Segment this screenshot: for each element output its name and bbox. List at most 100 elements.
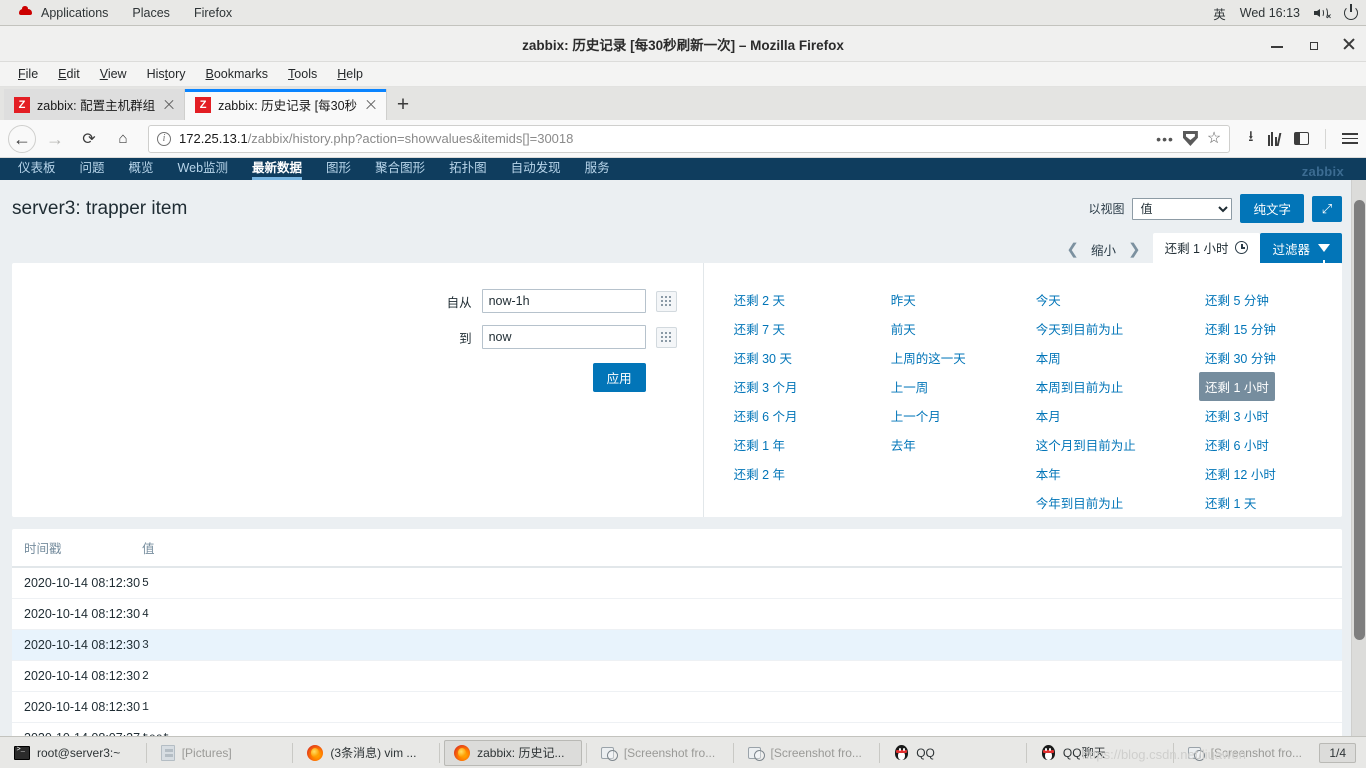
- quick-range-link[interactable]: 上周的这一天: [885, 343, 972, 372]
- tab-close-icon[interactable]: [162, 98, 176, 112]
- to-input[interactable]: [481, 325, 646, 349]
- time-prev-icon[interactable]: ❮: [1066, 242, 1079, 257]
- app-menu-icon[interactable]: [1342, 132, 1358, 145]
- quick-range-link[interactable]: 还剩 7 天: [728, 314, 791, 343]
- page-scrollbar[interactable]: [1351, 180, 1366, 736]
- menu-history[interactable]: History: [137, 64, 196, 84]
- taskbar-item-screenshot-3[interactable]: [Screenshot fro...: [1178, 740, 1316, 766]
- firefox-menu[interactable]: Firefox: [182, 3, 244, 23]
- kiosk-expand-icon[interactable]: ⤢: [1312, 195, 1342, 222]
- time-range-tab[interactable]: 还剩 1 小时: [1152, 233, 1261, 263]
- applications-menu[interactable]: Applications: [6, 2, 120, 23]
- back-button[interactable]: ←: [8, 124, 36, 153]
- to-calendar-icon[interactable]: [655, 326, 677, 348]
- scrollbar-thumb[interactable]: [1354, 200, 1365, 640]
- pocket-icon[interactable]: [1182, 131, 1198, 146]
- quick-range-link[interactable]: 还剩 5 分钟: [1199, 285, 1275, 314]
- taskbar-item-qq-chat[interactable]: QQ聊天: [1031, 740, 1169, 766]
- quick-range-link[interactable]: 还剩 15 分钟: [1199, 314, 1282, 343]
- nav-item-services[interactable]: 服务: [573, 158, 622, 180]
- nav-item-maps[interactable]: 拓扑图: [437, 158, 499, 180]
- nav-item-discovery[interactable]: 自动发现: [499, 158, 573, 180]
- from-input[interactable]: [481, 289, 646, 313]
- quick-range-link[interactable]: 上一个月: [885, 401, 947, 430]
- home-icon[interactable]: ⌂: [108, 124, 138, 154]
- quick-range-link[interactable]: 还剩 6 小时: [1199, 430, 1275, 459]
- quick-range-link[interactable]: 还剩 12 小时: [1199, 459, 1282, 488]
- quick-range-link[interactable]: 本周: [1030, 343, 1067, 372]
- quick-range-link[interactable]: 还剩 2 年: [728, 459, 791, 488]
- column-header-value[interactable]: 值: [142, 538, 1342, 557]
- menu-view[interactable]: View: [90, 64, 137, 84]
- from-calendar-icon[interactable]: [655, 290, 677, 312]
- taskbar-item-firefox-zabbix[interactable]: zabbix: 历史记...: [444, 739, 582, 766]
- quick-range-link[interactable]: 今天到目前为止: [1030, 314, 1130, 343]
- quick-range-link[interactable]: 本周到目前为止: [1030, 372, 1130, 401]
- taskbar-item-terminal[interactable]: root@server3:~: [4, 740, 142, 766]
- page-actions-icon[interactable]: •••: [1156, 132, 1174, 146]
- table-row[interactable]: 2020-10-14 08:12:30 3: [12, 630, 1342, 661]
- quick-range-link[interactable]: 前天: [885, 314, 922, 343]
- places-menu[interactable]: Places: [120, 3, 182, 23]
- url-bar[interactable]: i 172.25.13.1/zabbix/history.php?action=…: [148, 124, 1231, 153]
- menu-file[interactable]: File: [8, 64, 48, 84]
- nav-item-problems[interactable]: 问题: [68, 158, 117, 180]
- site-info-icon[interactable]: i: [157, 131, 171, 146]
- downloads-icon[interactable]: ⭳: [1248, 126, 1253, 151]
- nav-item-web-monitoring[interactable]: Web监测: [166, 158, 240, 180]
- quick-range-link[interactable]: 本月: [1030, 401, 1067, 430]
- quick-range-link[interactable]: 上一周: [885, 372, 935, 401]
- taskbar-item-qq[interactable]: QQ: [884, 740, 1022, 766]
- workspace-switcher[interactable]: 1/4: [1319, 742, 1357, 763]
- nav-item-dashboard[interactable]: 仪表板: [6, 158, 68, 180]
- new-tab-button[interactable]: +: [387, 89, 419, 120]
- volume-muted-icon[interactable]: ×: [1314, 6, 1331, 21]
- table-row[interactable]: 2020-10-14 08:12:30 1: [12, 692, 1342, 723]
- quick-range-link[interactable]: 还剩 1 天: [1199, 488, 1262, 517]
- quick-range-link[interactable]: 还剩 3 个月: [728, 372, 804, 401]
- quick-range-link[interactable]: 还剩 6 个月: [728, 401, 804, 430]
- table-row[interactable]: 2020-10-14 08:12:30 4: [12, 599, 1342, 630]
- quick-range-link[interactable]: 去年: [885, 430, 922, 459]
- table-row[interactable]: 2020-10-14 08:12:30 5: [12, 568, 1342, 599]
- quick-range-link[interactable]: 今天: [1030, 285, 1067, 314]
- taskbar-item-screenshot-1[interactable]: [Screenshot fro...: [591, 740, 729, 766]
- browser-tab-2[interactable]: Z zabbix: 历史记录 [每30秒: [185, 89, 388, 120]
- view-as-select[interactable]: 值: [1132, 197, 1233, 220]
- maximize-icon[interactable]: [1306, 37, 1320, 51]
- quick-range-link[interactable]: 还剩 1 年: [728, 430, 791, 459]
- menu-tools[interactable]: Tools: [278, 64, 327, 84]
- nav-item-graphs[interactable]: 图形: [314, 158, 363, 180]
- nav-item-screens[interactable]: 聚合图形: [363, 158, 437, 180]
- browser-tab-1[interactable]: Z zabbix: 配置主机群组: [4, 89, 186, 120]
- minimize-icon[interactable]: [1270, 37, 1284, 51]
- column-header-timestamp[interactable]: 时间戳: [12, 538, 142, 557]
- menu-edit[interactable]: Edit: [48, 64, 90, 84]
- quick-range-link[interactable]: 这个月到目前为止: [1030, 430, 1142, 459]
- table-row[interactable]: 2020-10-14 08:07:37 test: [12, 723, 1342, 736]
- reload-icon[interactable]: ⟳: [74, 124, 104, 154]
- quick-range-link[interactable]: 今年到目前为止: [1030, 488, 1130, 517]
- menu-bookmarks[interactable]: Bookmarks: [196, 64, 279, 84]
- quick-range-link[interactable]: 还剩 2 天: [728, 285, 791, 314]
- quick-range-link[interactable]: 昨天: [885, 285, 922, 314]
- taskbar-item-screenshot-2[interactable]: [Screenshot fro...: [738, 740, 876, 766]
- zoom-out-button[interactable]: 缩小: [1091, 240, 1116, 259]
- nav-item-overview[interactable]: 概览: [117, 158, 166, 180]
- forward-button[interactable]: →: [40, 124, 70, 154]
- filter-tab-button[interactable]: 过滤器: [1260, 233, 1342, 265]
- time-next-icon[interactable]: ❯: [1128, 242, 1141, 257]
- quick-range-link[interactable]: 还剩 30 分钟: [1199, 343, 1282, 372]
- quick-range-link[interactable]: 还剩 30 天: [728, 343, 798, 372]
- taskbar-item-pictures[interactable]: [Pictures]: [151, 740, 289, 766]
- quick-range-link-selected[interactable]: 还剩 1 小时: [1199, 372, 1275, 401]
- quick-range-link[interactable]: 还剩 3 小时: [1199, 401, 1275, 430]
- menu-help[interactable]: Help: [327, 64, 373, 84]
- input-method-indicator[interactable]: 英: [1213, 4, 1226, 23]
- bookmark-star-icon[interactable]: ☆: [1207, 130, 1221, 147]
- table-row[interactable]: 2020-10-14 08:12:30 2: [12, 661, 1342, 692]
- panel-clock[interactable]: Wed 16:13: [1240, 6, 1300, 20]
- apply-button[interactable]: 应用: [592, 363, 646, 392]
- tab-close-icon[interactable]: [364, 98, 378, 112]
- taskbar-item-firefox-vim[interactable]: (3条消息) vim ...: [297, 740, 435, 766]
